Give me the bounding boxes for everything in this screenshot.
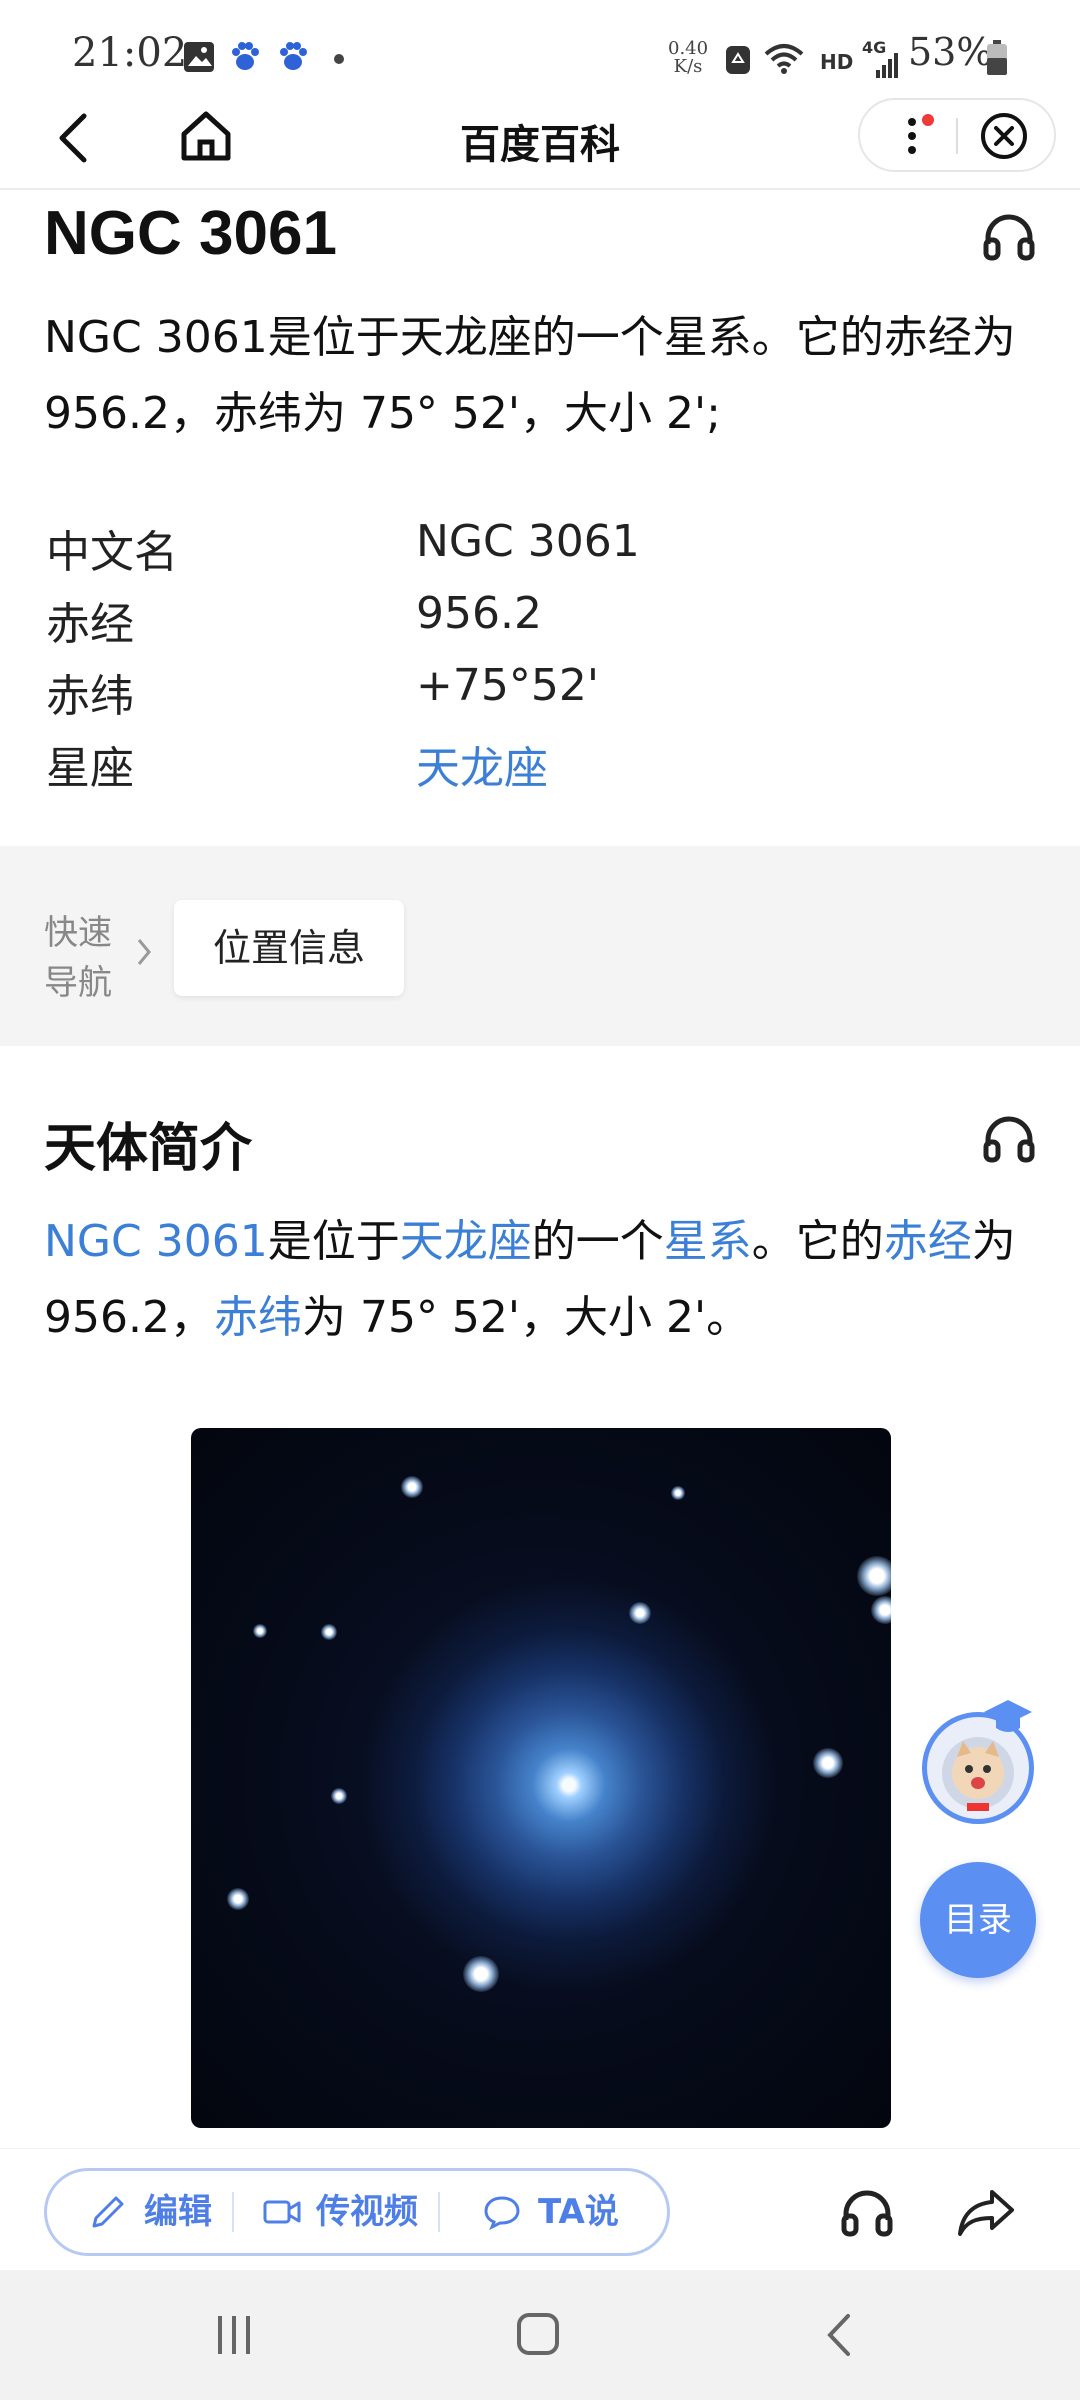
share-icon[interactable] (956, 2186, 1018, 2240)
quick-nav-bar (0, 846, 1080, 1046)
more-icon[interactable] (896, 108, 936, 164)
infobox-value: 956.2 (416, 588, 542, 639)
infobox-value: +75°52' (416, 660, 599, 711)
infobox-label: 中文名 (46, 527, 178, 578)
net-speed: 0.40 K/s (668, 38, 709, 77)
upload-video-button[interactable]: 传视频 (316, 2188, 418, 2236)
back-nav-icon[interactable] (820, 2310, 860, 2360)
galaxy-image[interactable] (191, 1428, 891, 2128)
infobox-label: 星座 (46, 743, 134, 794)
hd-indicator: HD (820, 50, 854, 74)
link-ngc3061[interactable]: NGC 3061 (44, 1216, 268, 1267)
infobox-value: NGC 3061 (416, 516, 640, 567)
signal-icon (876, 53, 898, 78)
headphones-icon[interactable] (840, 2186, 894, 2240)
constellation-link[interactable]: 天龙座 (416, 732, 548, 796)
battery-icon (987, 40, 1007, 75)
article-summary: NGC 3061是位于天龙座的一个星系。它的赤经为956.2，赤纬为 75° 5… (44, 312, 1016, 439)
link-galaxy[interactable]: 星系 (664, 1216, 752, 1267)
action-divider (438, 2192, 440, 2232)
capsule-divider (956, 118, 958, 154)
recent-apps-icon[interactable] (212, 2312, 256, 2358)
wifi-icon (764, 44, 804, 74)
toc-button[interactable]: 目录 (920, 1862, 1036, 1978)
infobox-label: 赤纬 (46, 671, 134, 722)
chevron-right-icon (137, 939, 151, 965)
pencil-icon (92, 2196, 124, 2228)
action-divider (232, 2192, 234, 2232)
status-time: 21:02 (72, 30, 188, 76)
nav-divider (0, 188, 1080, 190)
ta-say-button[interactable]: TA说 (538, 2188, 619, 2236)
quick-nav-chip-location[interactable]: 位置信息 (174, 900, 404, 996)
headphones-icon[interactable] (982, 210, 1036, 264)
article-title: NGC 3061 (44, 199, 337, 268)
infobox-label: 赤经 (46, 599, 134, 650)
link-declination[interactable]: 赤纬 (214, 1292, 302, 1343)
headphones-icon[interactable] (982, 1112, 1036, 1166)
home-nav-icon[interactable] (514, 2310, 562, 2358)
chat-bubble-icon (484, 2196, 520, 2230)
link-right-ascension[interactable]: 赤经 (884, 1216, 972, 1267)
battery-percent: 53% (908, 30, 993, 74)
recycle-icon (726, 46, 750, 74)
graduation-cap-icon (984, 1700, 1032, 1732)
gallery-icon (184, 42, 214, 72)
link-draco[interactable]: 天龙座 (400, 1216, 532, 1267)
quick-nav-label: 快速 导航 (44, 913, 112, 1003)
baidu-paw-icon (232, 42, 259, 70)
baidu-paw-icon (280, 42, 307, 70)
close-icon[interactable] (978, 110, 1030, 162)
notification-dot (334, 54, 344, 64)
section-paragraph: NGC 3061是位于天龙座的一个星系。它的赤经为 956.2，赤纬为 75° … (44, 1216, 1016, 1343)
section-title: 天体简介 (44, 1119, 253, 1179)
video-icon (263, 2200, 301, 2224)
edit-button[interactable]: 编辑 (144, 2188, 212, 2236)
